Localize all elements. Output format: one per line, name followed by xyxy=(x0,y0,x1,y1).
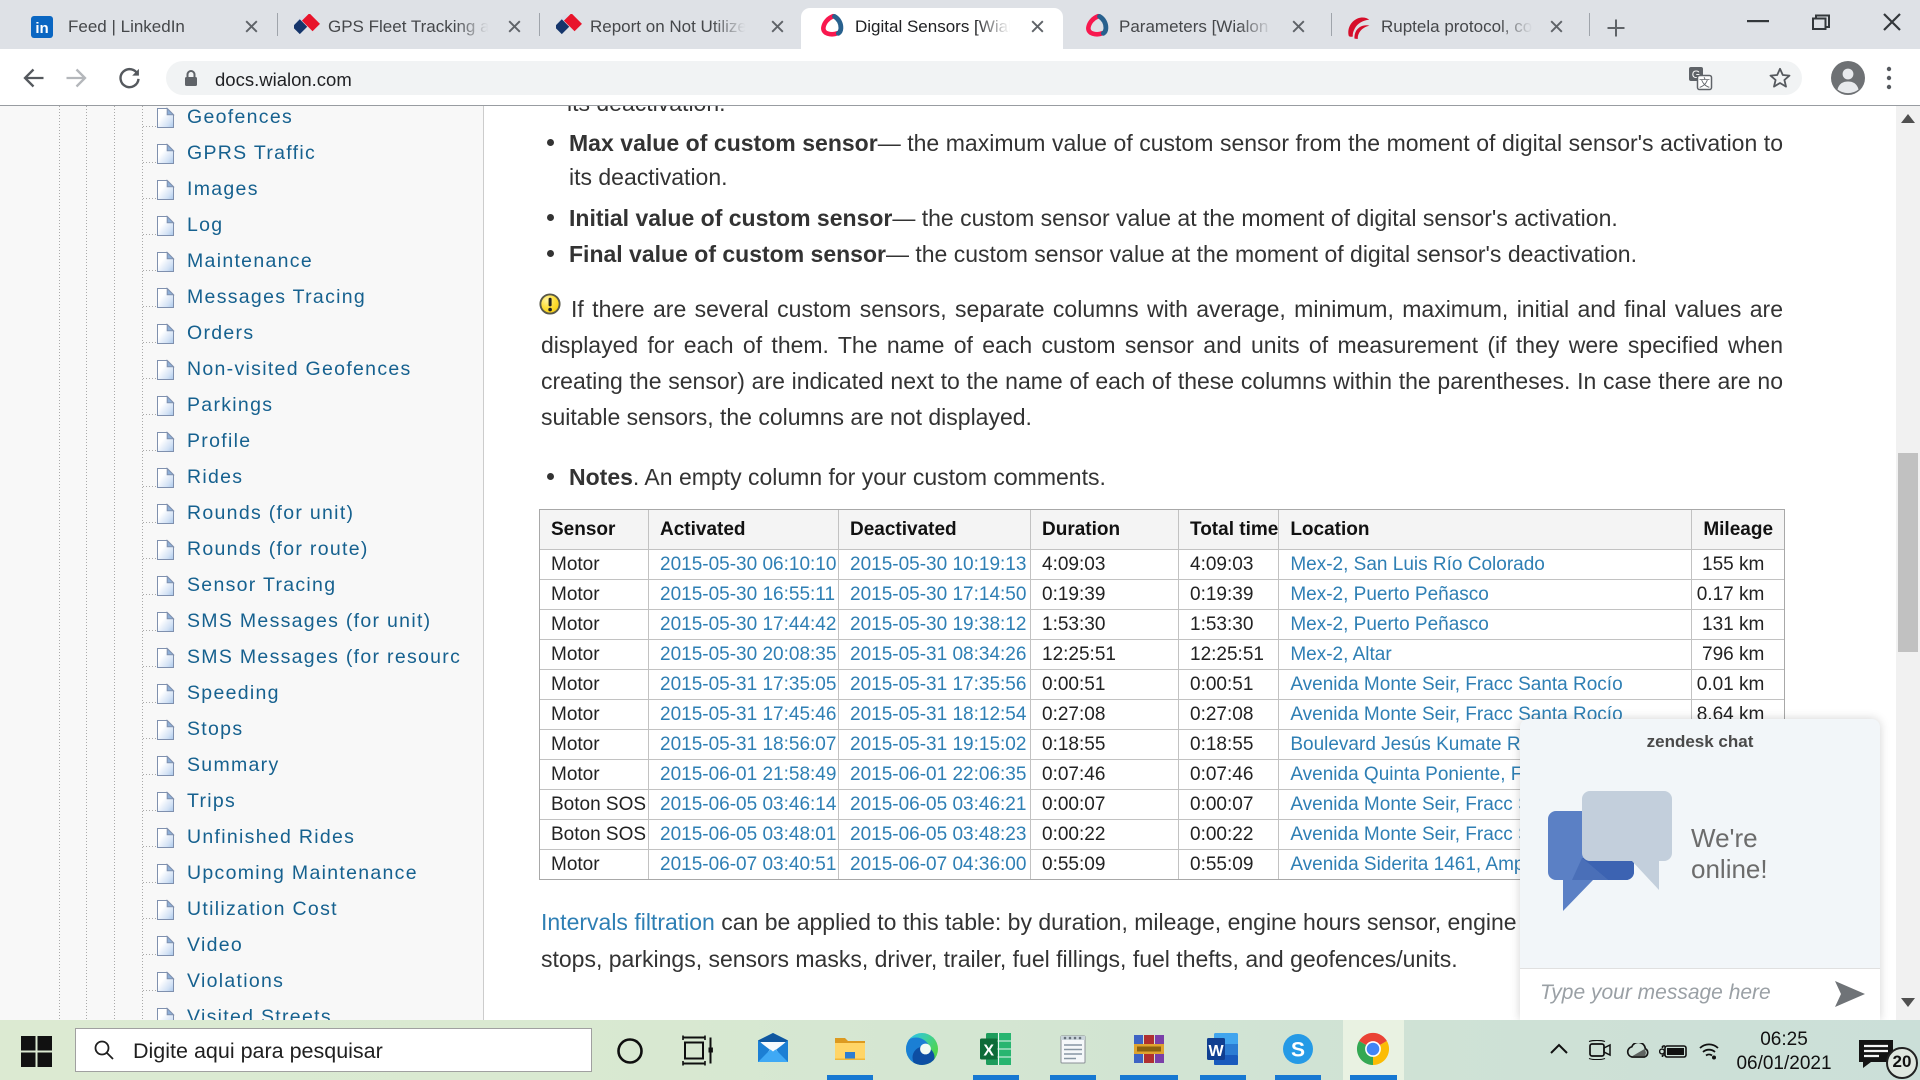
svg-text:S: S xyxy=(1291,1039,1305,1062)
svg-text:in: in xyxy=(35,20,48,37)
svg-text:X: X xyxy=(983,1043,994,1060)
svg-text:文: 文 xyxy=(1699,76,1710,90)
svg-text:W: W xyxy=(1208,1043,1224,1060)
